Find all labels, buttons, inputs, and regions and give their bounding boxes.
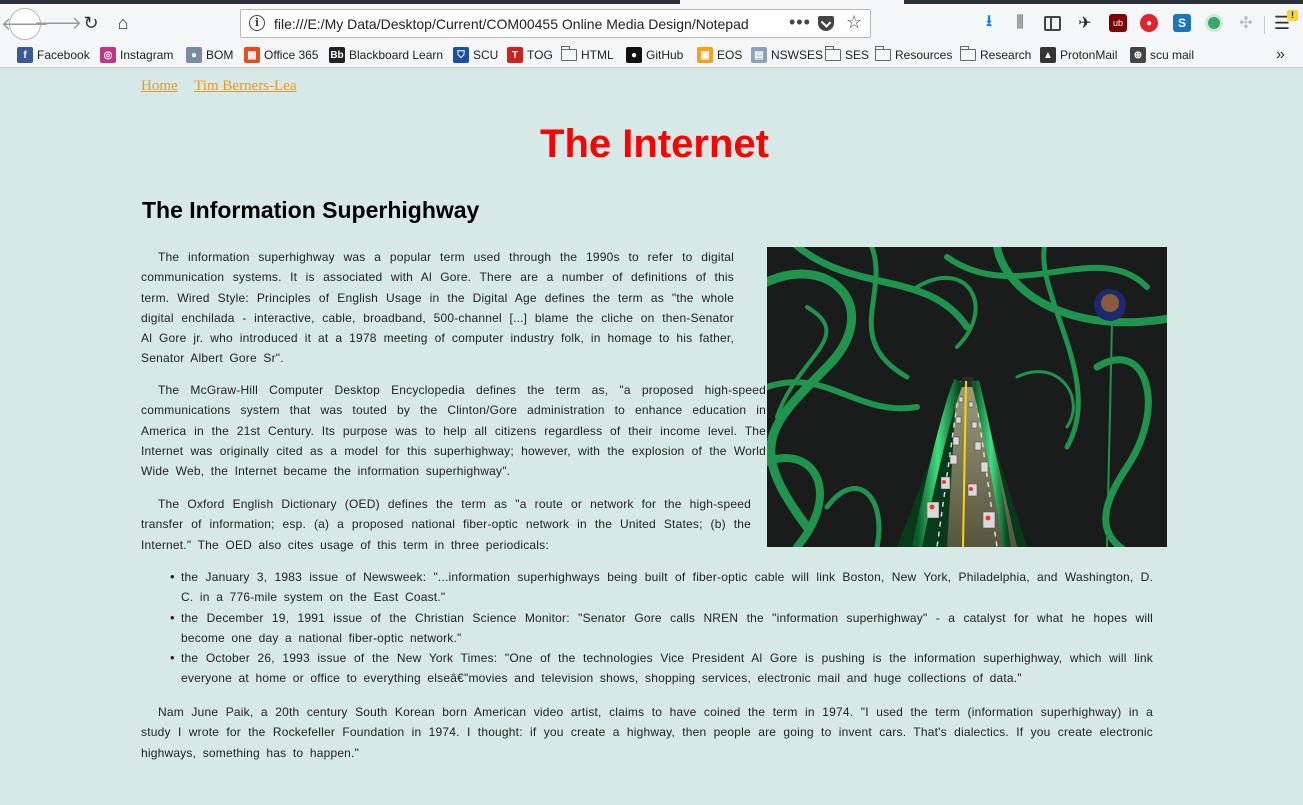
page-viewport: Home Tim Berners-Lea The Internet The In… xyxy=(0,68,1303,805)
paragraph: Nam June Paik, a 20th century South Kore… xyxy=(141,702,1153,763)
bookmark-ses[interactable]: SES xyxy=(825,46,869,64)
bookmark-protonmail[interactable]: ▲ ProtonMail xyxy=(1040,46,1117,64)
bookmark-label: EOS xyxy=(717,48,743,62)
bookmark-html[interactable]: HTML xyxy=(561,46,614,64)
bookmark-scu-mail[interactable]: ⊕ scu mail xyxy=(1130,46,1194,64)
office-icon: ▦ xyxy=(244,47,260,63)
forward-button[interactable]: 🡒 xyxy=(34,8,82,38)
reload-icon: ↻ xyxy=(83,12,99,33)
url-bar[interactable]: i file:///E:/My Data/Desktop/Current/COM… xyxy=(240,9,871,38)
superhighway-image xyxy=(767,247,1167,547)
extension-red-icon[interactable]: ● xyxy=(1140,14,1158,32)
bookmark-blackboard-learn[interactable]: Bb Blackboard Learn xyxy=(329,46,443,64)
bookmarks-bar: f Facebook ◎ Instagram ● BOM ▦ Office 365 Bb Blac… xyxy=(0,42,1303,68)
bookmark-label: GitHub xyxy=(646,48,684,62)
bookmark-star-icon[interactable]: ☆ xyxy=(846,12,862,33)
bookmark-label: ProtonMail xyxy=(1060,48,1118,62)
paragraph-text: The information superhighway was a popul… xyxy=(141,250,734,366)
paragraph: The Oxford English Dictionary (OED) defi… xyxy=(141,494,751,555)
paragraph-text: The Oxford English Dictionary (OED) defi… xyxy=(141,497,751,552)
list-item: the December 19, 1991 issue of the Chris… xyxy=(170,608,1153,649)
periodical-quotes-list: the January 3, 1983 issue of Newsweek: "… xyxy=(170,567,1153,689)
bookmark-label: Research xyxy=(980,48,1032,62)
update-badge-icon: ! xyxy=(1287,10,1298,21)
bookmark-instagram[interactable]: ◎ Instagram xyxy=(100,46,173,64)
nav-link-home[interactable]: Home xyxy=(141,78,178,94)
library-icon[interactable]: ⫼ xyxy=(1011,14,1029,32)
bookmark-bom[interactable]: ● BOM xyxy=(186,46,233,64)
paragraph: The McGraw-Hill Computer Desktop Encyclo… xyxy=(141,380,766,481)
paragraph-text: Nam June Paik, a 20th century South Kore… xyxy=(141,705,1153,760)
folder-icon xyxy=(875,46,891,61)
bookmark-label: HTML xyxy=(581,48,614,62)
bookmark-label: NSWSES xyxy=(771,48,824,62)
bookmark-office-365[interactable]: ▦ Office 365 xyxy=(244,46,318,64)
protonmail-icon: ▲ xyxy=(1040,47,1056,63)
ublock-icon[interactable]: ub xyxy=(1109,14,1127,32)
reload-button[interactable]: ↻ xyxy=(76,8,106,38)
nav-link-tim-berners-lee[interactable]: Tim Berners-Lea xyxy=(194,78,296,94)
chevron-double-right-icon[interactable]: » xyxy=(1276,46,1285,64)
bookmark-label: Instagram xyxy=(120,48,174,62)
extension-gray-icon[interactable]: ✣ xyxy=(1237,14,1255,32)
url-text[interactable]: file:///E:/My Data/Desktop/Current/COM00… xyxy=(274,16,754,32)
page-title: The Internet xyxy=(540,122,769,166)
skype-icon[interactable]: S xyxy=(1173,14,1191,32)
bookmark-label: Office 365 xyxy=(264,48,319,62)
bookmark-eos[interactable]: ▣ EOS xyxy=(697,46,742,64)
bookmark-nswses[interactable]: ▤ NSWSES xyxy=(751,46,823,64)
download-icon[interactable]: ⭳ xyxy=(980,13,998,32)
bookmark-resources[interactable]: Resources xyxy=(875,46,952,64)
nswses-icon: ▤ xyxy=(751,47,767,63)
home-button[interactable]: ⌂ xyxy=(108,8,138,38)
bookmark-label: Blackboard Learn xyxy=(349,48,444,62)
facebook-icon: f xyxy=(17,47,33,63)
bookmark-label: TOG xyxy=(527,48,553,62)
home-icon: ⌂ xyxy=(117,12,129,33)
bookmark-research[interactable]: Research xyxy=(960,46,1031,64)
scu-shield-icon: ⛉ xyxy=(453,47,469,63)
tog-icon: T xyxy=(507,47,523,63)
sidebar-icon[interactable] xyxy=(1044,16,1061,31)
eos-icon: ▣ xyxy=(697,47,713,63)
pocket-icon[interactable] xyxy=(818,16,834,31)
folder-icon xyxy=(561,46,577,61)
instagram-icon: ◎ xyxy=(100,47,116,63)
arrow-right-icon: 🡒 xyxy=(33,12,83,33)
bookmark-label: SES xyxy=(845,48,870,62)
browser-toolbar: 🡐 🡒 ↻ ⌂ i file:///E:/My Data/Desktop/Cur… xyxy=(0,4,1303,42)
bookmark-label: SCU xyxy=(473,48,499,62)
folder-icon xyxy=(825,46,841,61)
extension-green-icon[interactable] xyxy=(1205,14,1223,32)
bookmark-label: BOM xyxy=(206,48,234,62)
globe-icon: ⊕ xyxy=(1130,47,1146,63)
folder-icon xyxy=(960,46,976,61)
list-item: the January 3, 1983 issue of Newsweek: "… xyxy=(170,567,1153,608)
bookmark-github[interactable]: ● GitHub xyxy=(626,46,683,64)
info-icon[interactable]: i xyxy=(249,15,265,31)
github-icon: ● xyxy=(626,47,642,63)
blackboard-icon: Bb xyxy=(329,47,345,63)
bookmark-label: Resources xyxy=(895,48,953,62)
page-actions-icon[interactable]: ••• xyxy=(789,12,811,33)
bookmark-label: scu mail xyxy=(1150,48,1195,62)
bookmark-scu[interactable]: ⛉ SCU xyxy=(453,46,498,64)
list-item: the October 26, 1993 issue of the New Yo… xyxy=(170,648,1153,689)
extension-icon[interactable]: ✈ xyxy=(1076,14,1094,32)
bookmark-label: Facebook xyxy=(37,48,90,62)
site-nav: Home Tim Berners-Lea xyxy=(141,78,310,95)
bookmark-tog[interactable]: T TOG xyxy=(507,46,553,64)
section-heading: The Information Superhighway xyxy=(142,197,480,223)
bom-icon: ● xyxy=(186,47,202,63)
bookmark-facebook[interactable]: f Facebook xyxy=(17,46,90,64)
toolbar-divider xyxy=(1264,16,1265,34)
paragraph: The information superhighway was a popul… xyxy=(141,247,734,369)
paragraph-text: The McGraw-Hill Computer Desktop Encyclo… xyxy=(141,383,766,479)
